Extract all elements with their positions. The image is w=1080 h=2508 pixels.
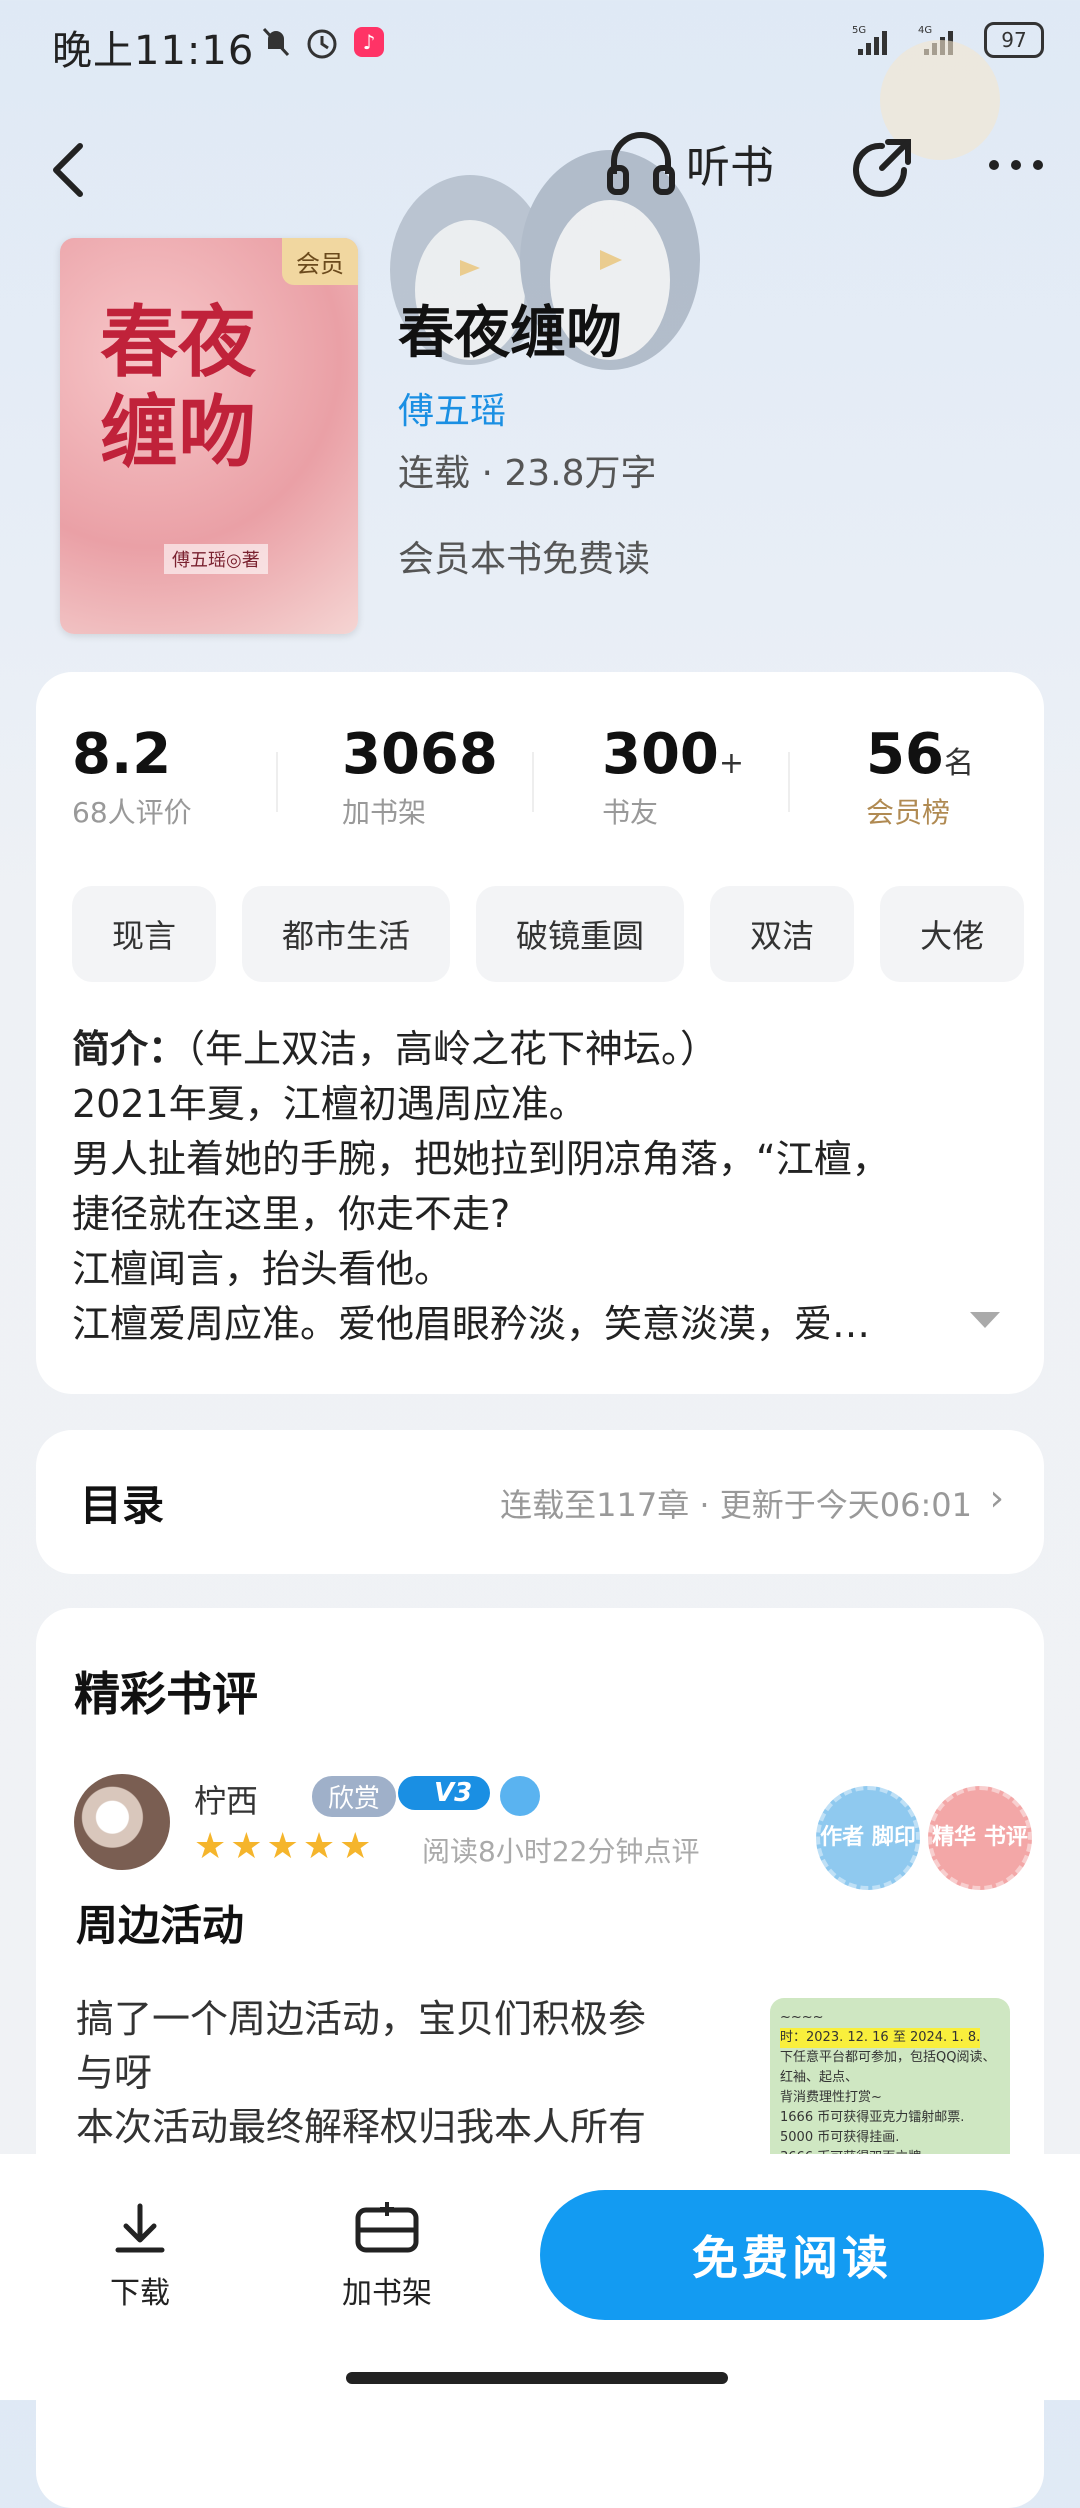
headphones-icon <box>607 132 675 195</box>
member-free-note: 会员本书免费读 <box>398 539 651 580</box>
signal-5g-icon: 5G <box>852 25 887 55</box>
stat-rating[interactable]: 8.2 68人评价 <box>72 722 192 831</box>
tag-list: 现言 都市生活 破镜重圆 双洁 大佬 <box>72 886 1044 982</box>
vip-badge: 会员 <box>282 238 358 285</box>
expand-description-icon[interactable] <box>970 1312 1000 1328</box>
featured-review-badge: 精华 书评 <box>928 1786 1032 1890</box>
badge-appreciate: 欣赏 <box>312 1776 397 1817</box>
tiktok-icon: ♪ <box>354 27 384 57</box>
toc-card[interactable]: 目录 连载至117章 · 更新于今天06:01 › <box>36 1430 1044 1574</box>
listen-label: 听书 <box>686 142 774 193</box>
alarm-icon <box>307 29 337 59</box>
battery-indicator: 97 <box>984 22 1044 58</box>
reviews-title: 精彩书评 <box>74 1667 258 1721</box>
status-time: 晚上11:16 <box>52 28 255 74</box>
download-button[interactable]: 下载 <box>110 2200 170 2312</box>
cover-author: 傅五瑶◎著 <box>164 544 268 574</box>
status-icons: ♪ <box>262 24 384 60</box>
avatar[interactable] <box>74 1774 170 1870</box>
stats-row: 8.2 68人评价 3068 加书架 300+ 书友 56名 会员榜 <box>36 722 1044 832</box>
person-icon <box>500 1776 540 1816</box>
more-options-button[interactable] <box>986 150 1046 180</box>
toc-label: 目录 <box>80 1481 165 1530</box>
back-button[interactable] <box>44 140 94 200</box>
free-read-button[interactable]: 免费阅读 <box>540 2190 1044 2320</box>
review-title[interactable]: 周边活动 <box>76 1892 244 1953</box>
download-icon <box>115 2203 165 2253</box>
read-time: 阅读8小时22分钟点评 <box>422 1835 700 1868</box>
chevron-right-icon: › <box>989 1478 1004 1519</box>
tag-item[interactable]: 双洁 <box>710 886 855 982</box>
badge-level: V3 <box>398 1776 491 1810</box>
share-button[interactable] <box>848 134 918 204</box>
book-meta: 连载 · 23.8万字 <box>398 453 657 494</box>
tag-item[interactable]: 都市生活 <box>242 886 451 982</box>
listen-button[interactable]: 听书 <box>606 130 774 196</box>
cover-title: 春夜缠吻 <box>100 297 257 478</box>
mute-icon <box>262 27 290 57</box>
tag-item[interactable]: 现言 <box>72 886 217 982</box>
book-info-card: 8.2 68人评价 3068 加书架 300+ 书友 56名 会员榜 现言 都市… <box>36 672 1044 1394</box>
book-description[interactable]: 简介：（年上双洁，高岭之花下神坛。） 2021年夏，江檀初遇周应准。 男人扯着她… <box>72 1022 1012 1352</box>
tag-item[interactable]: 大佬 <box>880 886 1025 982</box>
author-link[interactable]: 傅五瑶 <box>398 382 506 434</box>
home-indicator[interactable] <box>346 2372 728 2384</box>
review-body[interactable]: 搞了一个周边活动，宝贝们积极参 与呀 本次活动最终解释权归我本人所有 <box>76 1992 756 2154</box>
toc-info: 连载至117章 · 更新于今天06:01 <box>500 1486 972 1524</box>
svg-text:4G: 4G <box>918 25 932 36</box>
add-to-shelf-button[interactable]: 加书架 <box>342 2200 432 2312</box>
svg-text:5G: 5G <box>852 25 866 36</box>
tag-item[interactable]: 破镜重圆 <box>476 886 685 982</box>
stat-shelf[interactable]: 3068 加书架 <box>342 722 498 831</box>
stat-friends[interactable]: 300+ 书友 <box>602 722 744 831</box>
bookshelf-add-icon <box>355 2202 419 2253</box>
book-cover[interactable]: 春夜缠吻 傅五瑶◎著 会员 <box>60 238 358 634</box>
bottom-action-bar: 下载 加书架 免费阅读 <box>0 2154 1080 2400</box>
description-head: 简介： <box>72 1027 187 1071</box>
author-footprint-badge: 作者 脚印 <box>816 1786 920 1890</box>
rating-stars: ★★★★★ <box>194 1826 376 1867</box>
reviewer-name[interactable]: 柠西 <box>194 1776 258 1822</box>
book-title: 春夜缠吻 <box>398 300 622 366</box>
stat-member-rank[interactable]: 56名 会员榜 <box>866 722 974 831</box>
